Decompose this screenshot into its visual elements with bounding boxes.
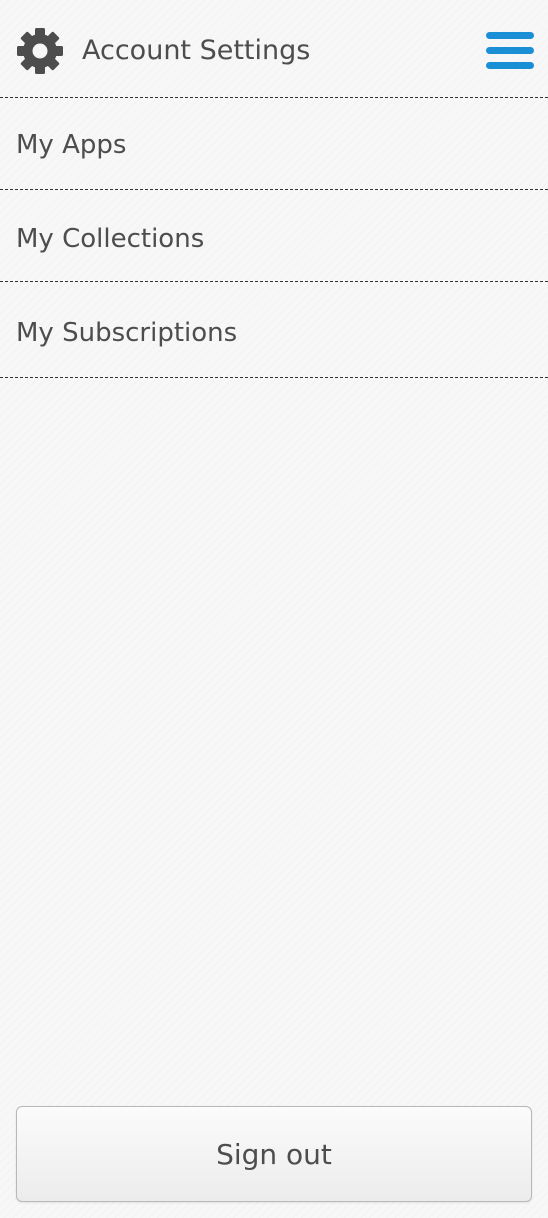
sign-out-label: Sign out [216,1138,332,1171]
nav-item-label: My Collections [16,224,205,254]
nav-item-label: My Apps [16,130,127,160]
nav-item-my-collections[interactable]: My Collections [0,190,548,282]
sign-out-button[interactable]: Sign out [16,1106,532,1202]
header: Account Settings [0,0,548,98]
menu-button[interactable] [484,30,536,72]
nav-item-label: My Subscriptions [16,318,238,348]
nav-item-my-apps[interactable]: My Apps [0,98,548,190]
hamburger-menu-icon [486,32,534,69]
page-title: Account Settings [82,35,311,66]
gear-icon [17,28,63,74]
nav-item-my-subscriptions[interactable]: My Subscriptions [0,282,548,378]
